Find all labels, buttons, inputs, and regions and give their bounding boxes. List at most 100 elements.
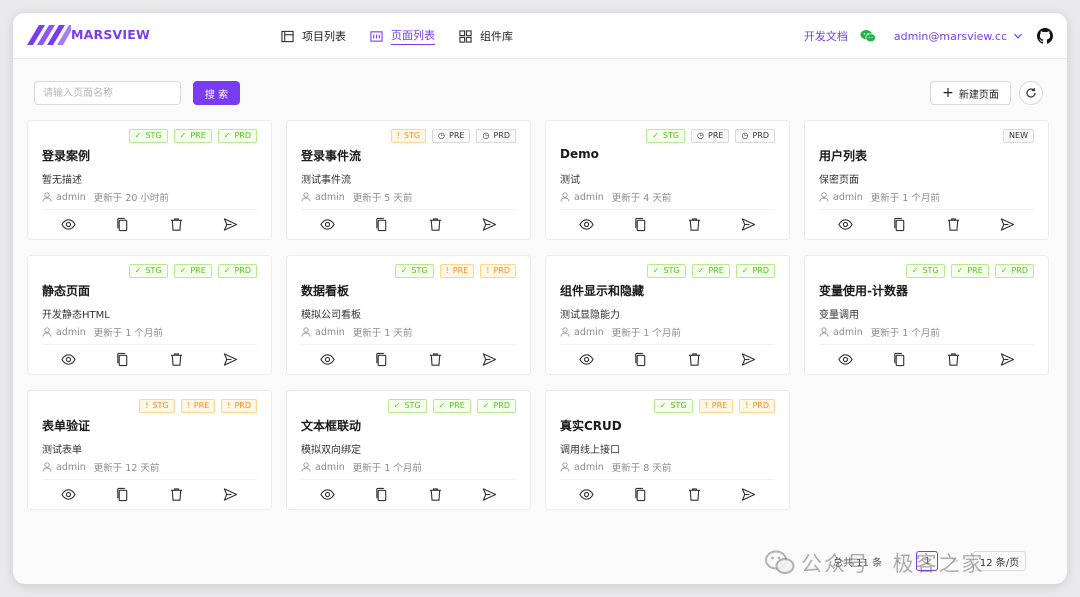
status-badge-stg: ✓ STG	[394, 264, 434, 278]
publish-send-icon[interactable]	[222, 216, 238, 232]
page-card[interactable]: ✓ STG ✓ PRE ✓ PRD 文本框联动 模拟双向绑定 admin 更新于 1 个月前	[286, 390, 531, 510]
status-badge-prd: ! PRD	[480, 264, 516, 278]
status-orange-icon: !	[745, 401, 749, 410]
page-card[interactable]: ✓ STG ✓ PRE ✓ PRD 变量使用-计数器 变量调用 admin 更新于 1 个月前	[804, 255, 1049, 375]
page-card[interactable]: ✓ STG ✓ PRE ✓ PRD 组件显示和隐藏 测试显隐能力 admin 更新于 1 个月前	[545, 255, 790, 375]
delete-trash-icon[interactable]	[427, 216, 443, 232]
card-description: 测试	[560, 175, 580, 186]
delete-trash-icon[interactable]	[686, 351, 702, 367]
nav-page-list[interactable]: 页面列表	[370, 13, 435, 59]
user-menu[interactable]: admin@marsview.cc	[894, 30, 1007, 43]
publish-send-icon[interactable]	[740, 486, 756, 502]
page-card[interactable]: NEW 用户列表 保密页面 admin 更新于 1 个月前	[804, 120, 1049, 240]
search-input[interactable]	[34, 81, 181, 105]
copy-icon[interactable]	[633, 486, 649, 502]
card-description: 开发静态HTML	[42, 310, 110, 321]
project-list-icon	[281, 30, 294, 42]
docs-link[interactable]: 开发文档	[804, 28, 848, 44]
status-badge-prd: ✓ PRD	[735, 264, 775, 278]
publish-send-icon[interactable]	[740, 351, 756, 367]
page-card[interactable]: ✓ STG ✓ PRE ✓ PRD 登录案例 暂无描述 admin 更新于 20 小时前	[27, 120, 272, 240]
status-green-icon: ✓	[652, 266, 660, 275]
status-green-icon: ✓	[179, 266, 187, 275]
status-green-icon: ✓	[223, 131, 231, 140]
delete-trash-icon[interactable]	[168, 351, 184, 367]
copy-icon[interactable]	[633, 216, 649, 232]
badge-label: PRE	[193, 401, 210, 410]
app-logo[interactable]: MARSVIEW	[27, 23, 150, 49]
copy-icon[interactable]	[892, 216, 908, 232]
card-description: 暂无描述	[42, 175, 82, 186]
refresh-button[interactable]	[1019, 81, 1043, 105]
card-author: admin	[56, 191, 86, 203]
delete-trash-icon[interactable]	[686, 486, 702, 502]
delete-trash-icon[interactable]	[427, 486, 443, 502]
card-actions	[42, 350, 257, 368]
copy-icon[interactable]	[115, 351, 131, 367]
card-updated-time: 更新于 4 天前	[611, 193, 672, 204]
delete-trash-icon[interactable]	[168, 486, 184, 502]
watermark: 公众号 · 极客之家	[765, 548, 984, 578]
delete-trash-icon[interactable]	[168, 216, 184, 232]
preview-eye-icon[interactable]	[61, 351, 77, 367]
page-card[interactable]: ✓ STG ◷ PRE ◷ PRD Demo 测试 admin 更新于 4 天前	[545, 120, 790, 240]
preview-eye-icon[interactable]	[579, 351, 595, 367]
copy-icon[interactable]	[374, 216, 390, 232]
page-card[interactable]: ✓ STG ✓ PRE ✓ PRD 静态页面 开发静态HTML admin 更新于 1 个月前	[27, 255, 272, 375]
copy-icon[interactable]	[115, 216, 131, 232]
copy-icon[interactable]	[633, 351, 649, 367]
delete-trash-icon[interactable]	[945, 351, 961, 367]
preview-eye-icon[interactable]	[579, 486, 595, 502]
delete-trash-icon[interactable]	[945, 216, 961, 232]
copy-icon[interactable]	[892, 351, 908, 367]
status-badge-stg: ! STG	[139, 399, 175, 413]
publish-send-icon[interactable]	[222, 351, 238, 367]
preview-eye-icon[interactable]	[838, 351, 854, 367]
status-green-icon: ✓	[741, 266, 749, 275]
nav-label: 项目列表	[302, 30, 346, 43]
github-icon[interactable]	[1037, 28, 1053, 44]
copy-icon[interactable]	[374, 486, 390, 502]
preview-eye-icon[interactable]	[320, 351, 336, 367]
preview-eye-icon[interactable]	[838, 216, 854, 232]
preview-eye-icon[interactable]	[320, 216, 336, 232]
preview-eye-icon[interactable]	[320, 486, 336, 502]
preview-eye-icon[interactable]	[579, 216, 595, 232]
card-meta: admin 更新于 20 小时前	[42, 190, 169, 204]
delete-trash-icon[interactable]	[686, 216, 702, 232]
card-updated-time: 更新于 8 天前	[611, 463, 672, 474]
page-card[interactable]: ✓ STG! PRE! PRD 数据看板 模拟公司看板 admin 更新于 1 天前	[286, 255, 531, 375]
nav-label: 组件库	[480, 30, 513, 43]
preview-eye-icon[interactable]	[61, 486, 77, 502]
wechat-icon[interactable]	[860, 29, 876, 43]
publish-send-icon[interactable]	[222, 486, 238, 502]
search-button[interactable]: 搜 索	[193, 81, 240, 105]
card-updated-time: 更新于 12 天前	[93, 463, 160, 474]
publish-send-icon[interactable]	[999, 216, 1015, 232]
card-actions	[301, 485, 516, 503]
watermark-dot: ·	[878, 555, 885, 571]
page-card[interactable]: ! STG! PRE! PRD 表单验证 测试表单 admin 更新于 12 天前	[27, 390, 272, 510]
publish-send-icon[interactable]	[999, 351, 1015, 367]
status-badge-pre: ✓ PRE	[173, 264, 212, 278]
publish-send-icon[interactable]	[740, 216, 756, 232]
copy-icon[interactable]	[115, 486, 131, 502]
copy-icon[interactable]	[374, 351, 390, 367]
nav-project-list[interactable]: 项目列表	[281, 13, 346, 59]
chevron-down-icon[interactable]	[1013, 31, 1023, 41]
page-card[interactable]: ✓ STG! PRE! PRD 真实CRUD 调用线上接口 admin 更新于 8 天前	[545, 390, 790, 510]
card-description: 保密页面	[819, 175, 859, 186]
delete-trash-icon[interactable]	[427, 351, 443, 367]
component-grid-icon	[459, 29, 472, 43]
page-card[interactable]: ! STG ◷ PRE ◷ PRD 登录事件流 测试事件流 admin 更新于 5 天前	[286, 120, 531, 240]
env-badges: NEW	[997, 129, 1034, 143]
publish-send-icon[interactable]	[481, 486, 497, 502]
env-badges: ✓ STG! PRE! PRD	[389, 264, 516, 278]
status-badge-prd: ✓ PRD	[476, 399, 516, 413]
publish-send-icon[interactable]	[481, 351, 497, 367]
preview-eye-icon[interactable]	[61, 216, 77, 232]
publish-send-icon[interactable]	[481, 216, 497, 232]
nav-component-library[interactable]: 组件库	[459, 13, 513, 59]
badge-label: PRE	[190, 131, 206, 140]
new-page-button[interactable]: + 新建页面	[930, 81, 1011, 105]
